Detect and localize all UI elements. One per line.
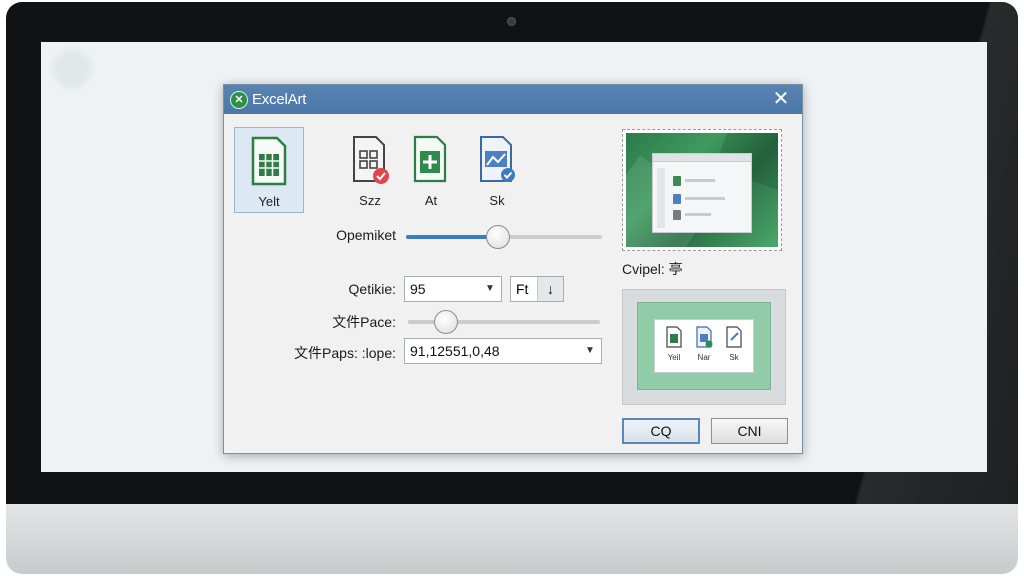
chevron-down-icon[interactable]: ▼ [479,277,501,301]
unit-value: Ft [516,281,529,297]
monitor-bezel: ✕ ExcelArt ✕ Yelt Szz At Sk Opemiket Qet… [6,2,1018,504]
thumbnail-label: Nar [697,353,711,362]
mini-line [685,213,711,216]
excelart-app-icon: ✕ [230,91,248,109]
thumbnail-preview: Yeil Nar Sk [622,289,786,405]
slider-thumb[interactable] [434,310,459,334]
path-label: 文件Paps: :lope: [294,345,396,361]
opacity-slider[interactable] [406,225,602,249]
slider-thumb[interactable] [486,225,511,249]
unit-field[interactable]: Ft ↓ [510,276,564,302]
excelart-dialog: ✕ ExcelArt ✕ Yelt Szz At Sk Opemiket Qet… [223,84,803,454]
format-tile-yelt[interactable]: Yelt [234,127,304,213]
format-label: At [424,193,438,208]
preview-wallpaper [626,133,778,247]
thumbnail-label: Sk [729,353,739,362]
webcam-icon [507,17,516,26]
spreadsheet-shield-icon [353,136,389,184]
path-value: 91,12551,0,48 [410,343,500,359]
chevron-down-icon[interactable]: ▼ [579,339,601,363]
thumbnail-background: Yeil Nar Sk [637,302,771,390]
preview-image [622,129,782,251]
thumbnail-label: Yeil [667,353,681,362]
desktop-screen: ✕ ExcelArt ✕ Yelt Szz At Sk Opemiket Qet… [41,42,987,472]
path-dropdown[interactable]: 91,12551,0,48 ▼ [404,338,602,364]
format-label: Szz [359,193,381,208]
format-tile-at[interactable]: At [396,127,466,213]
mini-file-icon [673,194,681,204]
dialog-titlebar: ✕ ExcelArt ✕ [224,85,802,114]
spreadsheet-icon [251,136,287,186]
quality-dropdown[interactable]: 95 ▼ [404,276,502,302]
spreadsheet-add-icon [696,326,713,348]
arrow-down-icon[interactable]: ↓ [537,277,563,301]
desktop-shape [53,50,91,88]
quality-label: Qetikie: [348,281,396,297]
mini-file-icon [673,176,681,186]
spreadsheet-icon [666,326,682,348]
mini-line [657,168,665,228]
cancel-button[interactable]: CNI [711,418,788,444]
spreadsheet-add-icon [413,135,447,183]
mini-file-icon [673,210,681,220]
preview-caption: Cvipel: 亭 [622,261,683,277]
preview-mini-window [652,153,752,233]
format-label: Sk [489,193,505,208]
format-tile-szz[interactable]: Szz [335,127,405,213]
file-edit-icon [726,326,742,348]
monitor-chin [6,504,1018,574]
mini-line [685,179,715,182]
mini-titlebar [653,154,751,162]
dialog-title: ExcelArt [252,91,307,108]
quality-value: 95 [410,281,426,297]
slider-fill [406,235,499,239]
opacity-label: Opemiket [336,227,396,243]
format-label: Yelt [258,194,280,209]
format-tile-sk[interactable]: Sk [462,127,532,213]
page-slider[interactable] [408,310,600,334]
close-button[interactable]: ✕ [770,88,792,110]
monitor: ✕ ExcelArt ✕ Yelt Szz At Sk Opemiket Qet… [6,2,1018,574]
ok-button[interactable]: CQ [622,418,700,444]
thumbnail-card: Yeil Nar Sk [654,319,754,373]
page-label: 文件Pace: [332,314,396,330]
image-check-icon [480,136,515,182]
mini-line [685,197,725,200]
